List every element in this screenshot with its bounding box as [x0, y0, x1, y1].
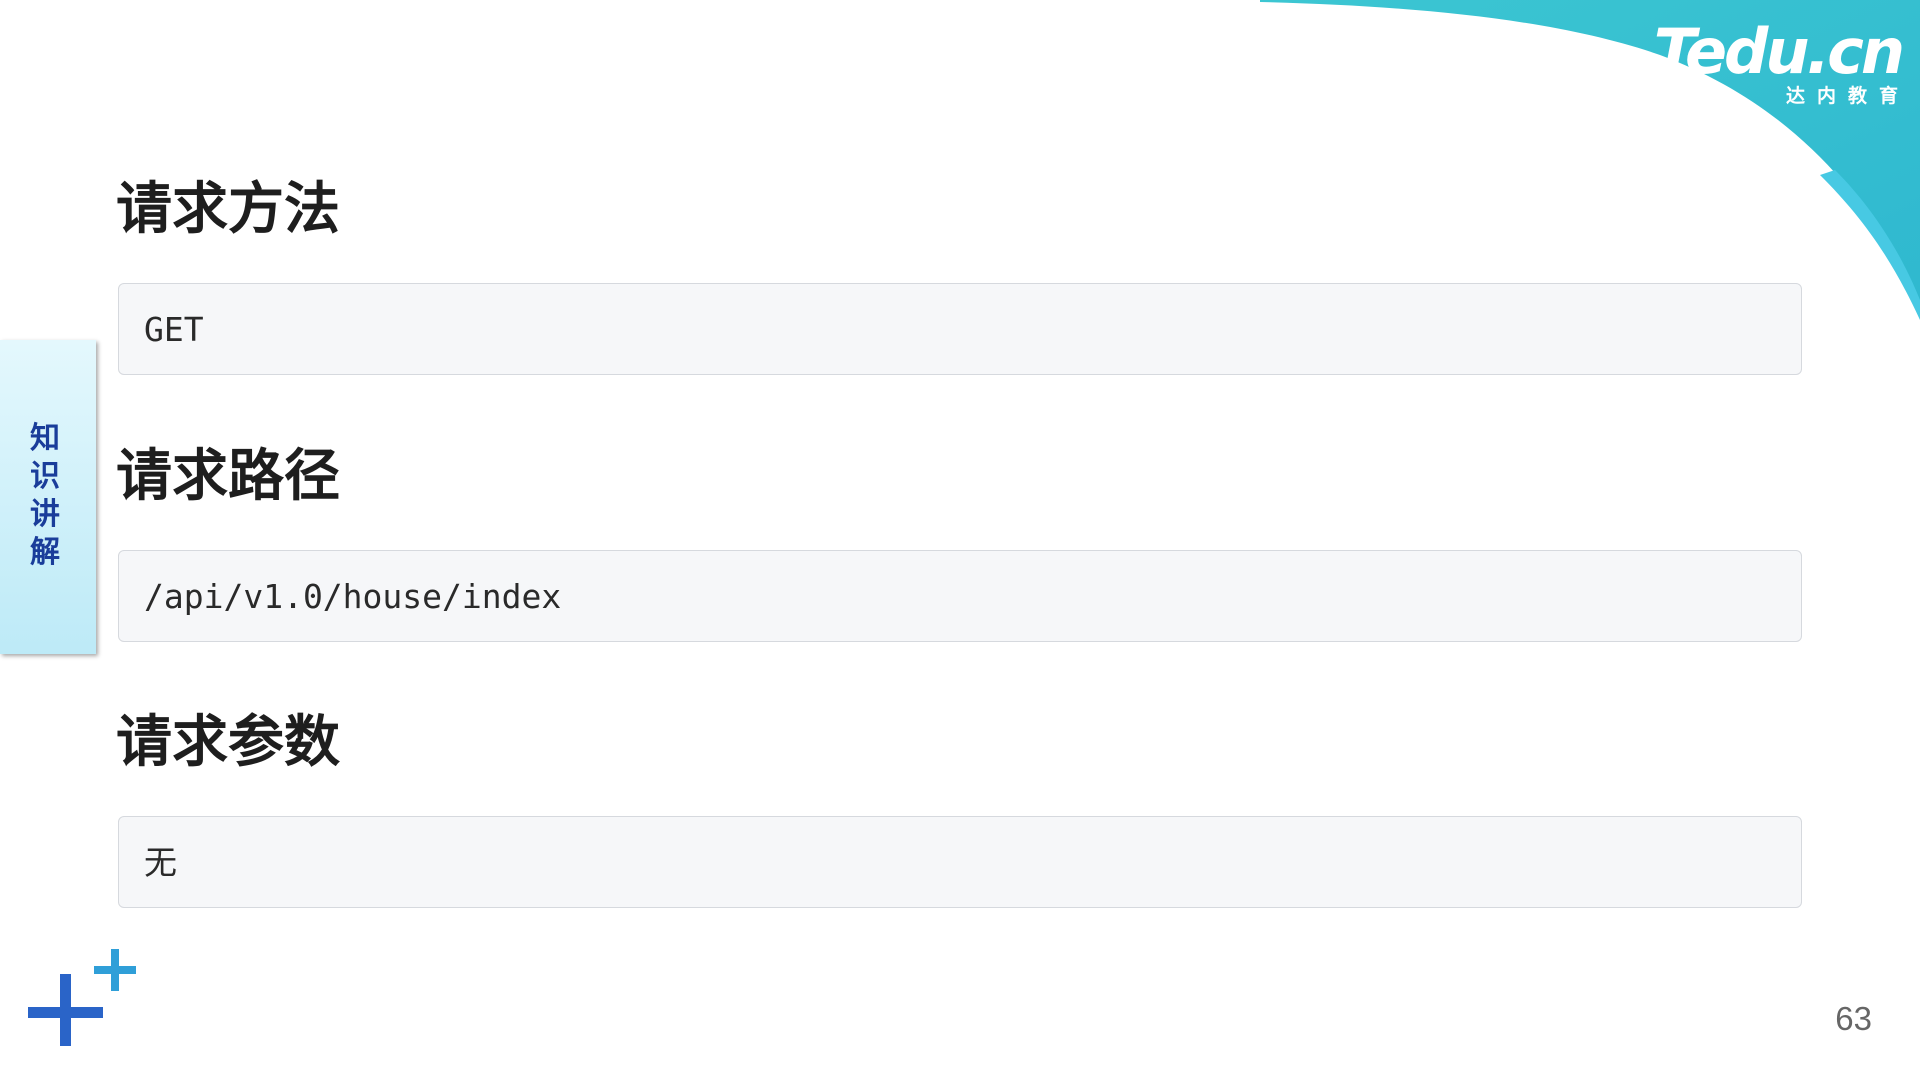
- section-heading-params: 请求参数: [116, 710, 340, 775]
- side-tab-char: 讲: [30, 497, 60, 532]
- code-box-params: 无: [118, 816, 1802, 908]
- side-tab-char: 解: [30, 535, 60, 570]
- section-heading-path: 请求路径: [116, 444, 340, 509]
- side-tab-knowledge: 知 识 讲 解: [0, 340, 96, 654]
- side-tab-char: 知: [30, 421, 60, 456]
- tedu-logo: Tedu.cn 达内教育: [1632, 15, 1905, 108]
- small-plus-icon: [94, 949, 136, 991]
- page-number: 63: [1835, 1000, 1872, 1037]
- plus-decoration: [28, 949, 136, 1046]
- large-plus-icon: [28, 974, 103, 1046]
- section-heading-method: 请求方法: [116, 177, 340, 242]
- side-tab-char: 识: [30, 459, 60, 494]
- code-box-path: /api/v1.0/house/index: [118, 550, 1802, 642]
- code-box-method: GET: [118, 283, 1802, 375]
- logo-wordmark: Tedu.cn: [1653, 15, 1905, 88]
- side-tab-label: 知 识 讲 解: [0, 420, 90, 572]
